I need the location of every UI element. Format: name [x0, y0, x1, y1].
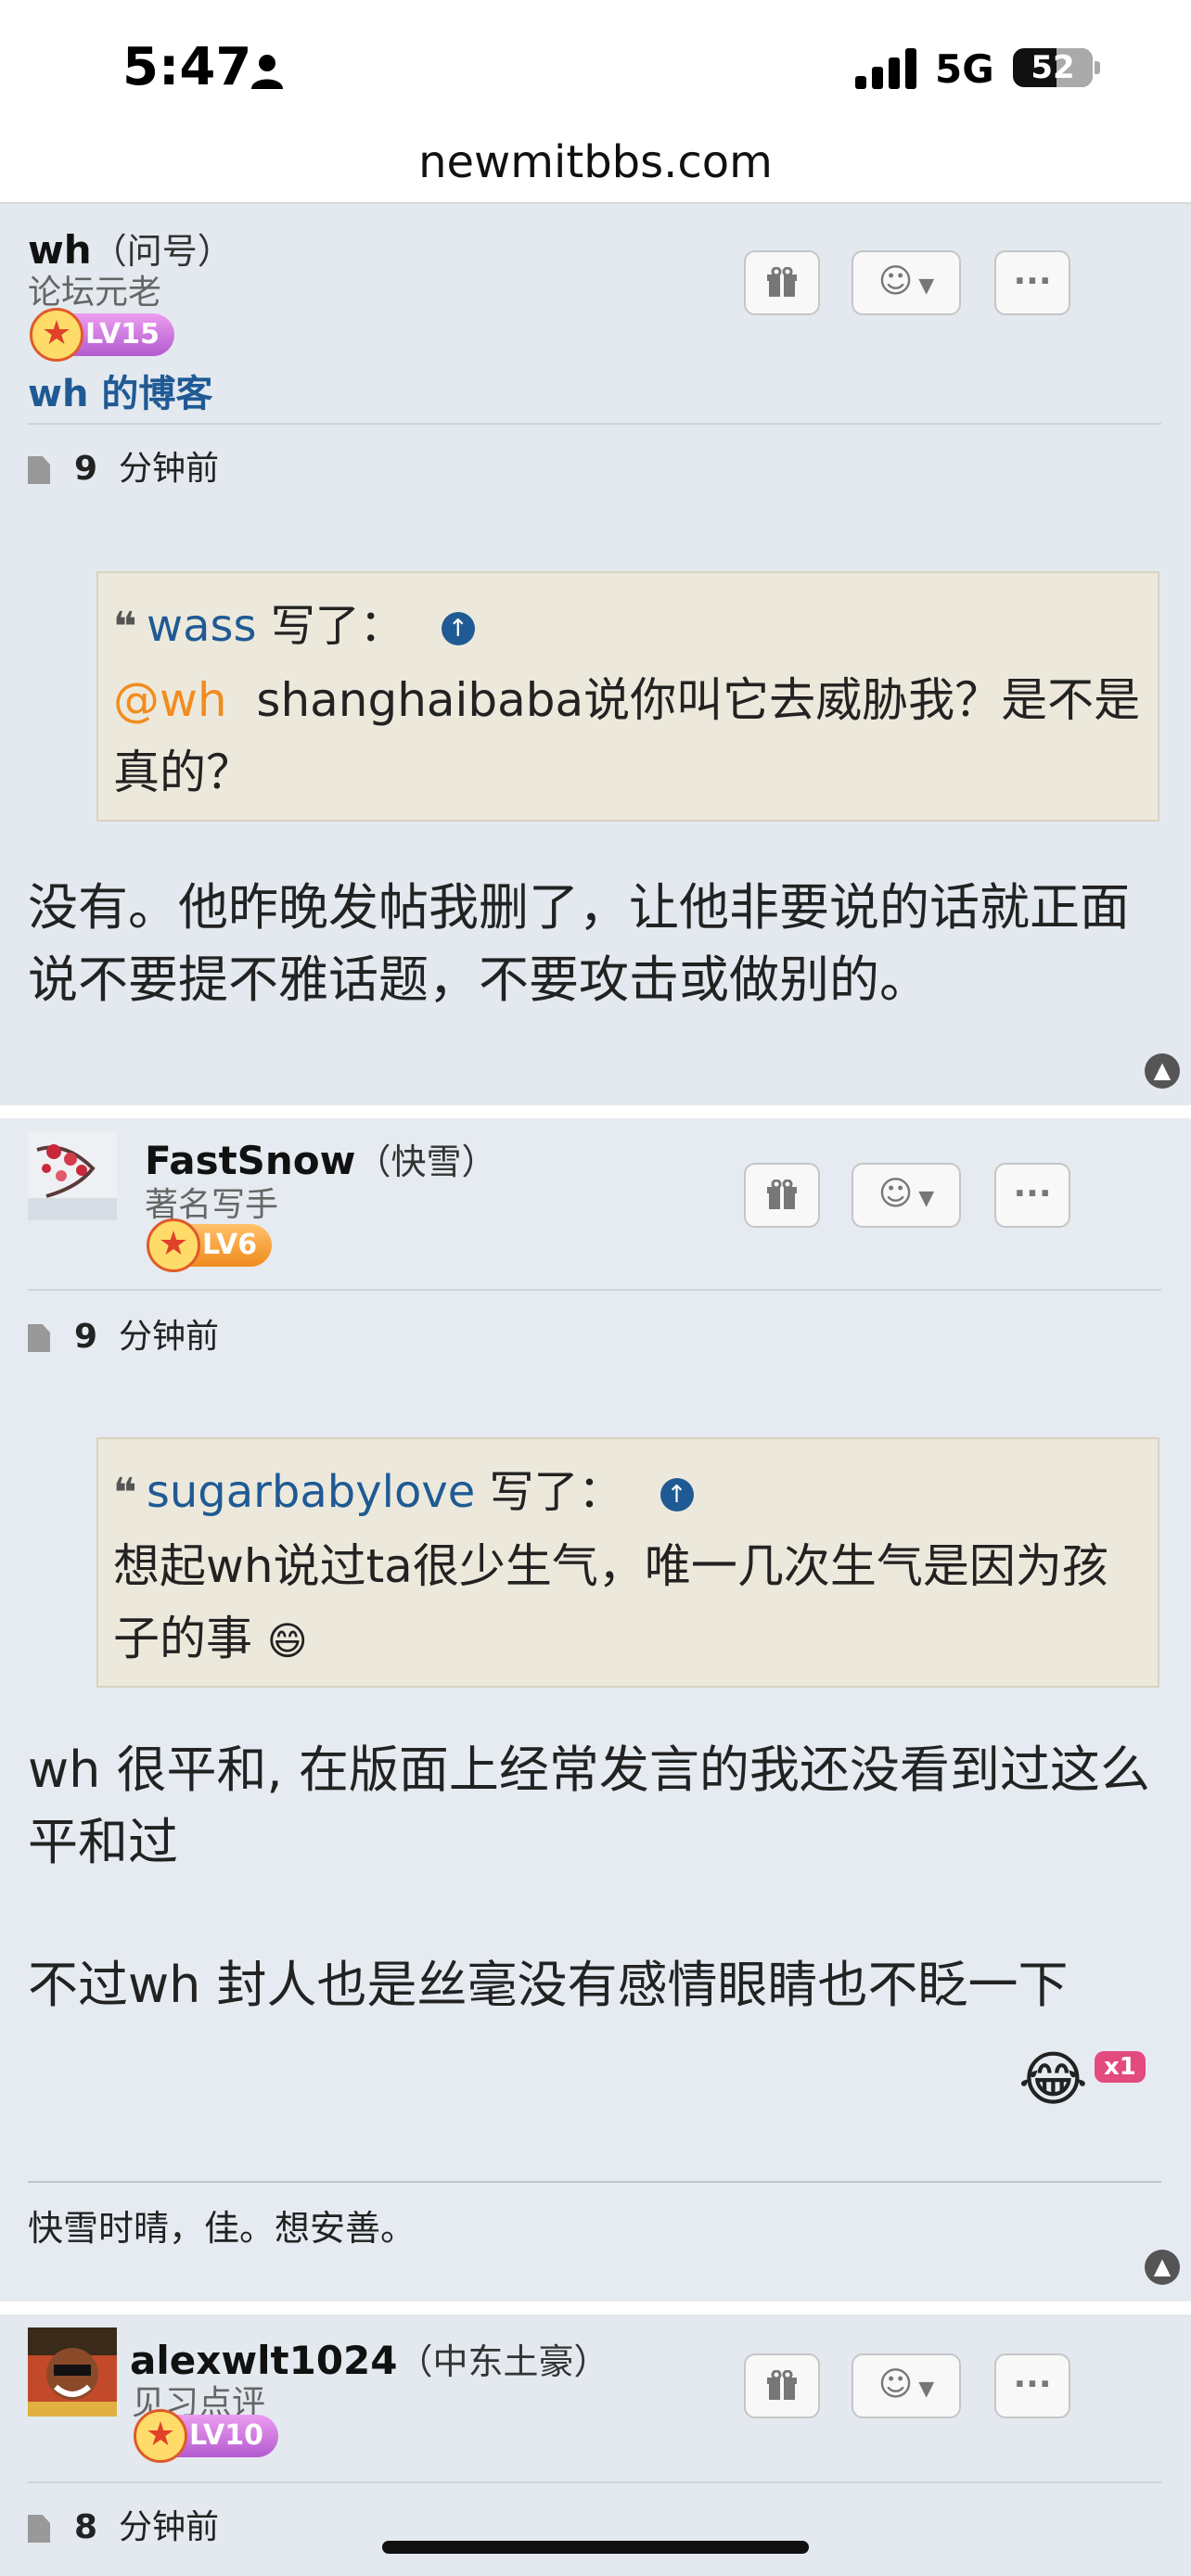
more-icon: ··· — [1013, 2366, 1052, 2404]
gift-icon — [767, 2369, 797, 2400]
quote-mark-icon: ❝ — [113, 1470, 137, 1517]
level-badge: ★ LV15 — [30, 308, 174, 362]
battery-tip — [1095, 61, 1100, 74]
caret-down-icon: ▼ — [918, 2378, 935, 2401]
scroll-top-icon[interactable]: ▲ — [1145, 2250, 1180, 2285]
reaction-count: x1 — [1095, 2051, 1146, 2083]
quote-text: 想起wh说过ta很少生气，唯一几次生气是因为孩子的事 — [113, 1539, 1108, 1665]
gift-button[interactable] — [744, 250, 820, 315]
more-button[interactable]: ··· — [994, 250, 1070, 315]
clock: 5:47 — [122, 37, 252, 97]
battery-level: 52 — [1031, 49, 1075, 86]
quote-block: ❝ sugarbabylove 写了： ↑ 想起wh说过ta很少生气，唯一几次生气是… — [96, 1437, 1159, 1688]
signature: 快雪时晴，佳。想安善。 — [28, 2208, 416, 2249]
document-icon — [28, 456, 50, 484]
quote-username[interactable]: sugarbabylove — [147, 1466, 475, 1518]
post-separator — [0, 1105, 1191, 1118]
user-rank: 论坛元老 — [28, 274, 162, 312]
reaction-button[interactable]: ☺ ▼ — [852, 2353, 961, 2418]
more-icon: ··· — [1013, 262, 1052, 300]
star-icon: ★ — [134, 2409, 187, 2463]
divider — [28, 2481, 1161, 2483]
scroll-top-icon[interactable]: ▲ — [1145, 1053, 1180, 1089]
goto-quote-icon[interactable]: ↑ — [660, 1478, 694, 1511]
smiley-icon: ☺ — [877, 1175, 914, 1213]
post: wh（问号） 论坛元老 ★ LV15 wh 的博客 ☺ ▼ ··· 9 分钟前 ❝ w… — [0, 204, 1191, 1105]
caret-down-icon: ▼ — [918, 1187, 935, 1210]
user-rank: 著名写手 — [145, 1186, 279, 1224]
nickname: （快雪） — [355, 1141, 497, 1182]
caret-down-icon: ▼ — [918, 274, 935, 298]
document-icon — [28, 2515, 50, 2543]
star-icon: ★ — [147, 1218, 200, 1272]
address-bar[interactable]: newmitbbs.com — [0, 130, 1191, 204]
avatar[interactable] — [28, 2327, 117, 2417]
gift-icon — [767, 1179, 797, 1209]
more-button[interactable]: ··· — [994, 2353, 1070, 2418]
nickname: （中东土豪） — [397, 2341, 609, 2382]
post-separator — [0, 2302, 1191, 2315]
more-icon: ··· — [1013, 1175, 1052, 1213]
gift-icon — [767, 266, 797, 297]
avatar[interactable] — [28, 1131, 117, 1220]
post-time-number: 9 — [74, 450, 98, 488]
gift-button[interactable] — [744, 2353, 820, 2418]
signal-icon — [855, 46, 916, 89]
smiley-icon: ☺ — [877, 262, 914, 300]
post-meta: 9 分钟前 — [28, 1309, 219, 1358]
post: alexwlt1024（中东土豪） 见习点评 ★ LV10 ☺ ▼ ··· 8 分钟… — [0, 2315, 1191, 2576]
document-icon — [28, 1324, 50, 1352]
quote-wrote: 写了： — [475, 1466, 623, 1518]
level-badge: ★ LV6 — [147, 1218, 273, 1272]
network-label: 5G — [935, 46, 994, 92]
quote-text: shanghaibaba说你叫它去威胁我？是不是真的？ — [113, 673, 1141, 799]
post-time-unit: 分钟前 — [118, 450, 219, 488]
signature-divider — [28, 2181, 1161, 2183]
post-body-paragraph: 不过wh 封人也是丝毫没有感情眼睛也不眨一下 — [28, 1956, 1069, 2014]
smiley-icon: ☺ — [877, 2366, 914, 2404]
post: FastSnow（快雪） 著名写手 ★ LV6 ☺ ▼ ··· 9 分钟前 ❝ sug… — [0, 1118, 1191, 2302]
mention[interactable]: @wh — [113, 673, 227, 727]
more-button[interactable]: ··· — [994, 1163, 1070, 1228]
divider — [28, 423, 1161, 425]
post-meta: 8 分钟前 — [28, 2500, 219, 2548]
post-body-paragraph: wh 很平和, 在版面上经常发言的我还没看到过这么平和过 — [28, 1741, 1150, 1871]
gift-button[interactable] — [744, 1163, 820, 1228]
username-link[interactable]: FastSnow（快雪） — [145, 1133, 496, 1184]
url-text[interactable]: newmitbbs.com — [0, 130, 1191, 195]
reaction-emoji[interactable]: 😂 — [1018, 2046, 1088, 2114]
quote-wrote: 写了： — [256, 600, 404, 652]
blog-link[interactable]: wh 的博客 — [28, 363, 212, 417]
divider — [28, 1289, 1161, 1291]
post-time-unit: 分钟前 — [118, 1318, 219, 1356]
post-time-unit: 分钟前 — [118, 2508, 219, 2546]
quote-username[interactable]: wass — [147, 600, 257, 652]
post-body: 没有。他昨晚发帖我删了，让他非要说的话就正面说不要提不雅话题，不要攻击或做别的。 — [28, 878, 1130, 1009]
star-icon: ★ — [30, 308, 83, 362]
quote-block: ❝ wass 写了： ↑ @wh shanghaibaba说你叫它去威胁我？是不是真… — [96, 571, 1159, 822]
status-bar: 5:47 5G 52 — [0, 0, 1191, 130]
person-icon — [251, 55, 283, 89]
post-time-number: 8 — [74, 2508, 98, 2546]
level-badge: ★ LV10 — [134, 2409, 278, 2463]
grin-emoji: 😄 — [266, 1618, 308, 1664]
quote-mark-icon: ❝ — [113, 604, 137, 651]
reaction-button[interactable]: ☺ ▼ — [852, 250, 961, 315]
home-indicator[interactable] — [382, 2541, 809, 2554]
battery-icon: 52 — [1013, 48, 1093, 87]
post-meta: 9 分钟前 — [28, 441, 219, 490]
post-time-number: 9 — [74, 1318, 98, 1356]
goto-quote-icon[interactable]: ↑ — [441, 612, 475, 645]
reaction-button[interactable]: ☺ ▼ — [852, 1163, 961, 1228]
